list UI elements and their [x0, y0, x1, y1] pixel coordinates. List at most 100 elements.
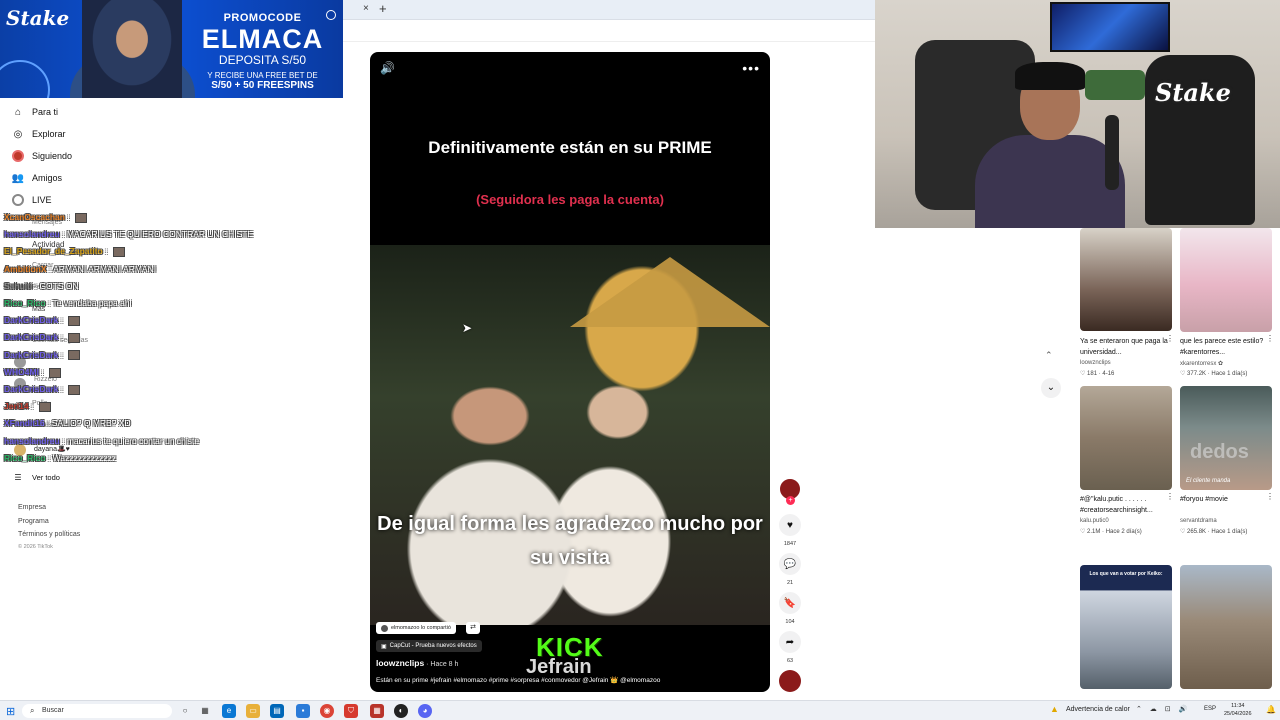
chat-username: Rico_Rico	[4, 298, 46, 308]
chat-text: Wazzzzzzzzzzzz	[52, 452, 117, 463]
nav-amigos[interactable]: 👥 Amigos	[12, 172, 62, 184]
capcut-label: CapCut - Prueba nuevos efectos	[389, 643, 477, 649]
thumbnail-title[interactable]: #@"kalu.putic . . . . . . #creatorsearch…	[1080, 494, 1175, 516]
home-icon: ⌂	[14, 106, 22, 118]
video-thumbnail[interactable]: dedos El cliente manda	[1180, 386, 1272, 490]
video-caption-red: (Seguidora les paga la cuenta)	[476, 192, 664, 207]
app-icon[interactable]: ▪	[296, 704, 310, 718]
comment-button[interactable]: 💬	[779, 553, 801, 575]
taskbar-clock[interactable]: 11:34 25/04/2026	[1224, 702, 1252, 718]
chat-separator: :	[58, 349, 66, 360]
footer-programa[interactable]: Programa	[18, 518, 49, 525]
chat-message: El_Pesador_de_Zapatito :	[4, 246, 125, 258]
system-tray-icons[interactable]: ⌃ ☁ ⊡ 🔊	[1136, 705, 1190, 713]
chat-message: DarkCrisDark :	[4, 332, 81, 344]
weather-label[interactable]: Advertencia de calor	[1066, 706, 1130, 713]
chat-message: XcanOscachan :	[4, 212, 88, 223]
share-button[interactable]: ➦	[779, 631, 801, 653]
save-count: 104	[785, 619, 795, 625]
tv-screen	[1050, 2, 1170, 52]
obs-icon[interactable]: ◐	[394, 704, 408, 718]
thumbnail-author[interactable]: loowznclips	[1080, 360, 1111, 366]
warning-icon[interactable]: ▲	[1050, 704, 1059, 714]
video-thumbnail[interactable]	[1080, 228, 1172, 331]
chrome-icon[interactable]: ◉	[320, 704, 334, 718]
chat-username: hansolandreu	[4, 229, 60, 240]
video-thumbnail[interactable]: Los que van a votar por Keiko:	[1080, 565, 1172, 689]
nav-explorar[interactable]: ◎ Explorar	[12, 128, 66, 140]
store-icon[interactable]: ▤	[270, 704, 284, 718]
author-name: loowznclips	[376, 658, 425, 668]
nav-live[interactable]: LIVE	[12, 194, 52, 206]
thumbnail-author[interactable]: xkarentorresx ✿	[1180, 360, 1223, 367]
video-thumbnail[interactable]	[1180, 565, 1272, 689]
thumbnail-author[interactable]: kalu.putic0	[1080, 518, 1109, 524]
video-player[interactable]: 🔊 ••• Definitivamente están en su PRIME …	[370, 52, 770, 692]
chat-message: Jeri14 :	[4, 401, 51, 412]
chat-emote-icon	[68, 384, 81, 395]
decorative-ring	[0, 60, 50, 98]
more-options-icon[interactable]: •••	[742, 60, 760, 76]
clock-date: 25/04/2026	[1224, 711, 1252, 717]
chat-username: DarkCrisDark	[4, 349, 59, 360]
thumbnail-title[interactable]: #foryou #movie	[1180, 494, 1275, 505]
nav-label: Siguiendo	[32, 151, 73, 161]
like-count: 1847	[783, 541, 797, 547]
language-indicator[interactable]: ESP	[1204, 706, 1216, 712]
thumbnail-caption: El cliente manda	[1186, 478, 1231, 484]
chat-username: DarkCrisDark	[4, 315, 59, 326]
close-tab-icon[interactable]: ×	[363, 3, 369, 14]
thumbnail-title[interactable]: que les parece este estilo? #karentorres…	[1180, 336, 1275, 358]
shield-icon[interactable]: ⛉	[344, 704, 358, 718]
save-button[interactable]: 🔖	[779, 592, 801, 614]
thumbnail-title[interactable]: Ya se enteraron que paga la universidad.…	[1080, 336, 1175, 358]
like-button[interactable]: ♥	[779, 514, 801, 536]
following-item[interactable]: dayana🎩♥	[34, 445, 70, 453]
chat-emote-icon	[49, 367, 62, 378]
footer-empresa[interactable]: Empresa	[18, 504, 46, 511]
file-explorer-icon[interactable]: ▭	[246, 704, 260, 718]
footer-terminos[interactable]: Términos y políticas	[18, 531, 80, 538]
task-view-icon[interactable]: ○	[178, 704, 192, 718]
chat-username: WHO4MI	[4, 366, 39, 377]
chevron-down-icon[interactable]: ⌄	[1041, 378, 1061, 398]
more-options-icon[interactable]: ⋮	[1166, 334, 1174, 343]
discord-icon[interactable]: ◕	[418, 704, 432, 718]
follow-plus-icon[interactable]: +	[786, 496, 795, 505]
more-options-icon[interactable]: ⋮	[1166, 492, 1174, 501]
shared-by-pill[interactable]: elmomazoo lo compartió	[376, 622, 456, 634]
video-thumbnail[interactable]	[1180, 228, 1272, 332]
more-options-icon[interactable]: ⋮	[1266, 334, 1274, 343]
video-author[interactable]: loowznclips · Hace 8 h	[376, 658, 458, 668]
capcut-effect-pill[interactable]: ▣ CapCut - Prueba nuevos efectos	[376, 640, 482, 652]
chevron-up-icon[interactable]: ⌃	[1045, 350, 1053, 361]
repost-icon[interactable]: ⇄	[466, 622, 480, 634]
more-options-icon[interactable]: ⋮	[1266, 492, 1274, 501]
chat-text: MACARIUS TE QUIERO CONTRAR UN CHISTE	[66, 229, 254, 240]
edge-icon[interactable]: e	[222, 704, 236, 718]
volume-icon[interactable]: 🔊	[380, 61, 395, 75]
thumbnail-stats: ♡ 265.8K · Hace 1 día(s)	[1180, 529, 1248, 535]
ver-todo-link[interactable]: ☰ Ver todo	[12, 471, 60, 483]
windows-taskbar: ⊞ ⌕ Buscar ○ ▦ e ▭ ▤ ▪ ◉ ⛉ ▦ ◐ ◕ ▲ Adver…	[0, 700, 1280, 720]
chat-text: macarius te quiero contar un chiste	[66, 435, 200, 446]
chat-separator: :	[44, 418, 52, 429]
nav-siguiendo[interactable]: Siguiendo	[12, 150, 72, 162]
video-thumbnail[interactable]	[1080, 386, 1172, 490]
chat-message: AmbitionX : ARMANI ARMANI ARMANI	[4, 264, 156, 274]
nav-para-ti[interactable]: ⌂ Para ti	[12, 106, 58, 118]
avatar	[381, 624, 388, 632]
thumbnail-author[interactable]: servantdrama	[1180, 518, 1217, 524]
streamer-hair	[1015, 62, 1085, 90]
video-description: Están en su prime #jefrain #elmomazo #pr…	[376, 677, 661, 684]
windows-start-icon[interactable]: ⊞	[6, 705, 15, 718]
taskbar-search[interactable]: ⌕ Buscar	[22, 704, 172, 718]
app-icon[interactable]: ▦	[370, 704, 384, 718]
chat-message: hansolandreu : MACARIUS TE QUIERO CONTRA…	[4, 229, 253, 239]
chat-emote-icon	[68, 315, 81, 326]
webcam-feed: Stake	[875, 0, 1280, 228]
new-tab-icon[interactable]: +	[379, 1, 387, 16]
sound-disc-icon[interactable]	[779, 670, 801, 692]
widgets-icon[interactable]: ▦	[198, 704, 212, 718]
notification-bell-icon[interactable]: 🔔	[1266, 705, 1276, 714]
